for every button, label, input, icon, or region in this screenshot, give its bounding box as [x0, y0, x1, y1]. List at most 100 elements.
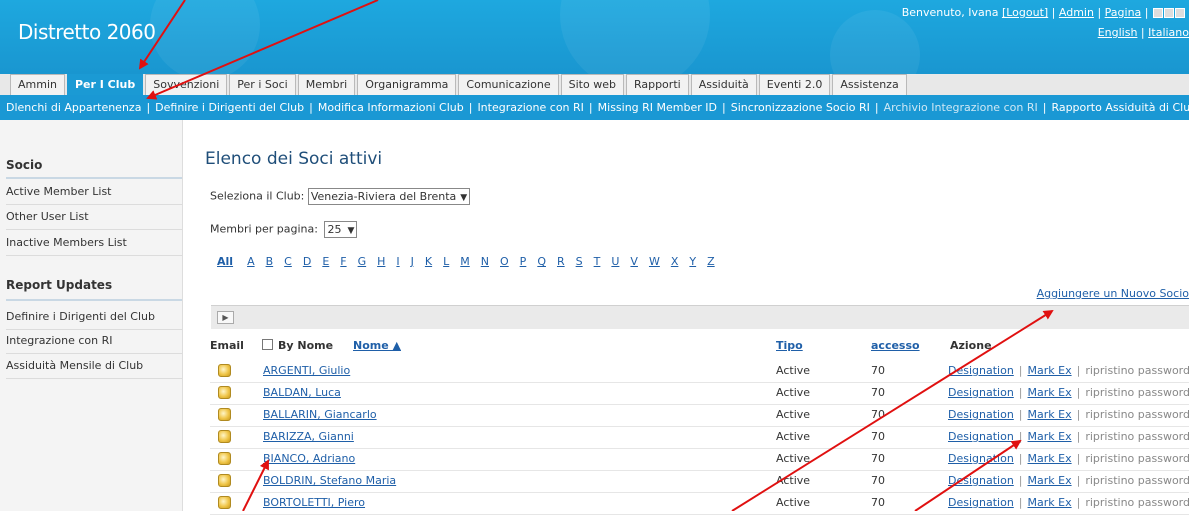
reset-password-link[interactable]: ripristino password: [1085, 408, 1189, 421]
tab-per-i-club[interactable]: Per I Club: [66, 74, 144, 95]
subnav-item-8[interactable]: Rapporto Assiduità di Club: [1051, 101, 1189, 114]
subnav-item-3[interactable]: Modifica Informazioni Club: [318, 101, 464, 114]
sort-by-type-link[interactable]: Tipo: [776, 339, 803, 352]
tab-rapporti[interactable]: Rapporti: [625, 74, 689, 95]
designation-link[interactable]: Designation: [948, 474, 1014, 487]
reset-password-link[interactable]: ripristino password: [1085, 474, 1189, 487]
email-envelope-icon[interactable]: [218, 452, 231, 465]
sort-by-access-link[interactable]: accesso: [871, 339, 920, 352]
font-size-medium-icon[interactable]: [1164, 8, 1174, 18]
mark-ex-link[interactable]: Mark Ex: [1028, 364, 1072, 377]
mark-ex-link[interactable]: Mark Ex: [1028, 496, 1072, 509]
designation-link[interactable]: Designation: [948, 496, 1014, 509]
tab-assistenza[interactable]: Assistenza: [832, 74, 907, 95]
member-name-link[interactable]: BIANCO, Adriano: [263, 452, 355, 465]
member-name-link[interactable]: BORTOLETTI, Piero: [263, 496, 365, 509]
reset-password-link[interactable]: ripristino password: [1085, 386, 1189, 399]
logout-link[interactable]: [Logout]: [1002, 6, 1048, 19]
tab-comunicazione[interactable]: Comunicazione: [458, 74, 559, 95]
mark-ex-link[interactable]: Mark Ex: [1028, 452, 1072, 465]
designation-link[interactable]: Designation: [948, 408, 1014, 421]
sidebar-item-definire-dirigenti[interactable]: Definire i Dirigenti del Club: [6, 306, 182, 330]
letter-filter-r[interactable]: R: [557, 255, 565, 268]
email-envelope-icon[interactable]: [218, 474, 231, 487]
per-page-select[interactable]: 25 ▼: [324, 221, 358, 238]
subnav-item-6[interactable]: Sincronizzazione Socio RI: [731, 101, 870, 114]
email-envelope-icon[interactable]: [218, 364, 231, 377]
letter-filter-d[interactable]: D: [303, 255, 311, 268]
member-name-link[interactable]: BALDAN, Luca: [263, 386, 341, 399]
designation-link[interactable]: Designation: [948, 364, 1014, 377]
member-name-link[interactable]: BARIZZA, Gianni: [263, 430, 354, 443]
reset-password-link[interactable]: ripristino password: [1085, 452, 1189, 465]
site-logo[interactable]: Distretto 2060: [18, 20, 156, 44]
letter-filter-v[interactable]: V: [630, 255, 638, 268]
reset-password-link[interactable]: ripristino password: [1085, 430, 1189, 443]
tab-assiduit-[interactable]: Assiduità: [690, 74, 757, 95]
letter-filter-e[interactable]: E: [322, 255, 329, 268]
subnav-item-4[interactable]: Integrazione con RI: [477, 101, 583, 114]
letter-filter-all[interactable]: All: [217, 255, 233, 268]
sidebar-item-assiduita-mensile[interactable]: Assiduità Mensile di Club: [6, 355, 182, 379]
reset-password-link[interactable]: ripristino password: [1085, 496, 1189, 509]
pagina-link[interactable]: Pagina: [1105, 6, 1142, 19]
mark-ex-link[interactable]: Mark Ex: [1028, 408, 1072, 421]
tab-sovvenzioni[interactable]: Sovvenzioni: [145, 74, 228, 95]
designation-link[interactable]: Designation: [948, 386, 1014, 399]
letter-filter-n[interactable]: N: [481, 255, 489, 268]
font-size-small-icon[interactable]: [1153, 8, 1163, 18]
letter-filter-c[interactable]: C: [284, 255, 292, 268]
sidebar-item-integrazione-ri[interactable]: Integrazione con RI: [6, 330, 182, 354]
letter-filter-q[interactable]: Q: [537, 255, 546, 268]
member-name-link[interactable]: BALLARIN, Giancarlo: [263, 408, 377, 421]
sidebar-item-other-user-list[interactable]: Other User List: [6, 206, 182, 230]
subnav-item-5[interactable]: Missing RI Member ID: [598, 101, 717, 114]
email-envelope-icon[interactable]: [218, 496, 231, 509]
sidebar-item-inactive-members-list[interactable]: Inactive Members List: [6, 232, 182, 256]
letter-filter-m[interactable]: M: [460, 255, 470, 268]
tab-eventi-2-0[interactable]: Eventi 2.0: [758, 74, 831, 95]
letter-filter-k[interactable]: K: [425, 255, 432, 268]
member-name-link[interactable]: ARGENTI, Giulio: [263, 364, 350, 377]
font-size-large-icon[interactable]: [1175, 8, 1185, 18]
letter-filter-b[interactable]: B: [266, 255, 274, 268]
email-envelope-icon[interactable]: [218, 386, 231, 399]
mark-ex-link[interactable]: Mark Ex: [1028, 386, 1072, 399]
sidebar-item-active-member-list[interactable]: Active Member List: [6, 181, 182, 205]
letter-filter-z[interactable]: Z: [707, 255, 715, 268]
letter-filter-w[interactable]: W: [649, 255, 660, 268]
tab-ammin[interactable]: Ammin: [10, 74, 65, 95]
tab-per-i-soci[interactable]: Per i Soci: [229, 74, 296, 95]
member-name-link[interactable]: BOLDRIN, Stefano Maria: [263, 474, 396, 487]
club-select[interactable]: Venezia-Riviera del Brenta ▼: [307, 188, 471, 205]
designation-link[interactable]: Designation: [948, 430, 1014, 443]
letter-filter-h[interactable]: H: [377, 255, 385, 268]
expand-arrow-icon[interactable]: ▶: [217, 311, 234, 324]
designation-link[interactable]: Designation: [948, 452, 1014, 465]
letter-filter-f[interactable]: F: [340, 255, 346, 268]
select-all-checkbox[interactable]: [262, 339, 273, 350]
subnav-item-2[interactable]: Definire i Dirigenti del Club: [155, 101, 304, 114]
mark-ex-link[interactable]: Mark Ex: [1028, 430, 1072, 443]
letter-filter-i[interactable]: I: [396, 255, 399, 268]
letter-filter-g[interactable]: G: [358, 255, 367, 268]
letter-filter-a[interactable]: A: [247, 255, 255, 268]
lang-italiano-link[interactable]: Italiano: [1148, 26, 1189, 39]
letter-filter-o[interactable]: O: [500, 255, 509, 268]
reset-password-link[interactable]: ripristino password: [1085, 364, 1189, 377]
add-new-member-link[interactable]: Aggiungere un Nuovo Socio: [1037, 287, 1189, 300]
letter-filter-t[interactable]: T: [594, 255, 601, 268]
letter-filter-j[interactable]: J: [411, 255, 414, 268]
lang-english-link[interactable]: English: [1098, 26, 1138, 39]
subnav-item-1[interactable]: Dlenchi di Appartenenza: [6, 101, 141, 114]
letter-filter-l[interactable]: L: [443, 255, 449, 268]
letter-filter-p[interactable]: P: [520, 255, 527, 268]
tab-sito-web[interactable]: Sito web: [560, 74, 624, 95]
tab-membri[interactable]: Membri: [297, 74, 356, 95]
letter-filter-y[interactable]: Y: [689, 255, 696, 268]
sort-by-name-link[interactable]: Nome ▲: [353, 339, 401, 352]
tab-organigramma[interactable]: Organigramma: [357, 74, 457, 95]
mark-ex-link[interactable]: Mark Ex: [1028, 474, 1072, 487]
email-envelope-icon[interactable]: [218, 430, 231, 443]
subnav-item-7[interactable]: Archivio Integrazione con RI: [884, 101, 1038, 114]
